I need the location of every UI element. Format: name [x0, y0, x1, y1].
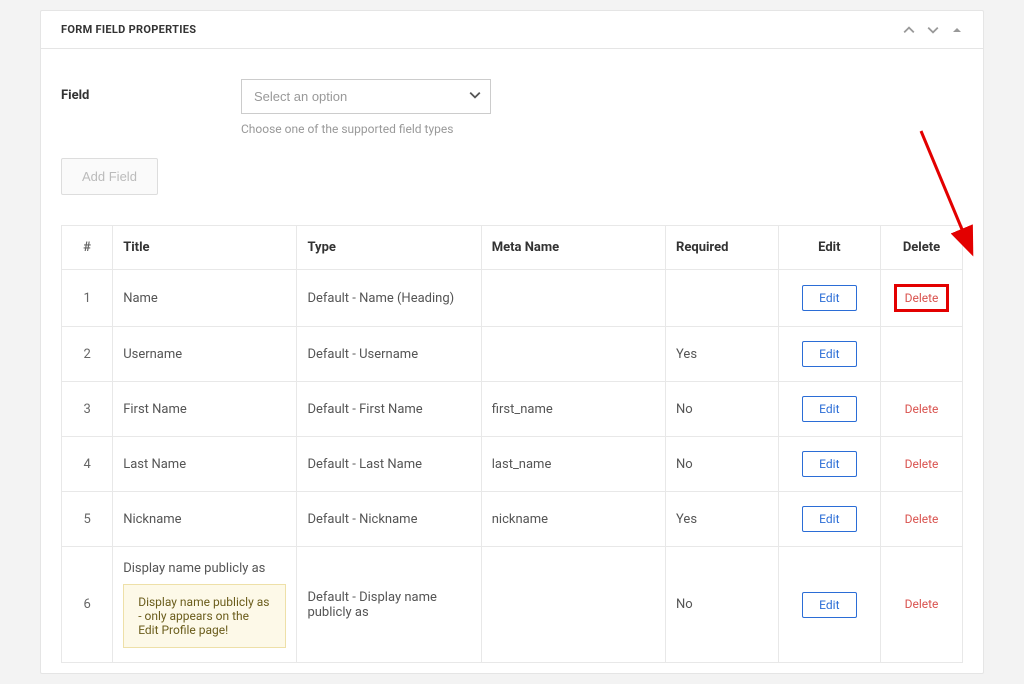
row-num: 3 — [62, 382, 113, 437]
row-type: Default - First Name — [297, 382, 481, 437]
delete-link[interactable]: Delete — [905, 512, 939, 526]
table-row: 2UsernameDefault - Username Yes Edit — [62, 327, 963, 382]
edit-button[interactable]: Edit — [802, 341, 856, 367]
edit-button[interactable]: Edit — [802, 285, 856, 311]
delete-link[interactable]: Delete — [905, 597, 939, 611]
row-num: 5 — [62, 492, 113, 547]
col-header-meta: Meta Name — [481, 226, 665, 270]
col-header-type: Type — [297, 226, 481, 270]
form-field-properties-panel: FORM FIELD PROPERTIES Field Select an op… — [40, 10, 984, 674]
row-note: Display name publicly as - only appears … — [123, 584, 286, 648]
row-delete-cell: Delete — [881, 437, 963, 492]
col-header-num: # — [62, 226, 113, 270]
col-header-title: Title — [113, 226, 297, 270]
col-header-delete: Delete — [881, 226, 963, 270]
row-meta — [481, 547, 665, 663]
row-edit-cell: Edit — [778, 327, 880, 382]
col-header-required: Required — [666, 226, 779, 270]
row-meta — [481, 270, 665, 327]
row-edit-cell: Edit — [778, 437, 880, 492]
fields-table: # Title Type Meta Name Required Edit Del… — [61, 225, 963, 663]
field-type-select[interactable]: Select an option — [241, 79, 491, 114]
row-num: 6 — [62, 547, 113, 663]
row-required: No — [666, 382, 779, 437]
row-type: Default - Name (Heading) — [297, 270, 481, 327]
row-edit-cell: Edit — [778, 492, 880, 547]
row-required: No — [666, 437, 779, 492]
field-select-wrapper: Select an option — [241, 79, 491, 114]
table-row: 1NameDefault - Name (Heading) Edit Delete — [62, 270, 963, 327]
table-row: 4Last NameDefault - Last Namelast_nameNo… — [62, 437, 963, 492]
row-type: Default - Username — [297, 327, 481, 382]
row-type: Default - Display name publicly as — [297, 547, 481, 663]
row-edit-cell: Edit — [778, 382, 880, 437]
field-help-text: Choose one of the supported field types — [241, 122, 963, 136]
row-title: First Name — [113, 382, 297, 437]
row-meta: last_name — [481, 437, 665, 492]
row-num: 4 — [62, 437, 113, 492]
panel-header: FORM FIELD PROPERTIES — [41, 11, 983, 49]
row-required: Yes — [666, 492, 779, 547]
row-title: Nickname — [113, 492, 297, 547]
edit-button[interactable]: Edit — [802, 451, 856, 477]
row-title: Last Name — [113, 437, 297, 492]
row-delete-cell: Delete — [881, 270, 963, 327]
row-meta: first_name — [481, 382, 665, 437]
table-header-row: # Title Type Meta Name Required Edit Del… — [62, 226, 963, 270]
table-row: 6Display name publicly asDisplay name pu… — [62, 547, 963, 663]
field-selector-row: Field Select an option Choose one of the… — [61, 79, 963, 136]
edit-button[interactable]: Edit — [802, 506, 856, 532]
row-edit-cell: Edit — [778, 270, 880, 327]
row-edit-cell: Edit — [778, 547, 880, 663]
row-required — [666, 270, 779, 327]
panel-controls — [903, 24, 963, 36]
row-num: 1 — [62, 270, 113, 327]
row-required: No — [666, 547, 779, 663]
panel-body: Field Select an option Choose one of the… — [41, 49, 983, 673]
edit-button[interactable]: Edit — [802, 592, 856, 618]
row-type: Default - Nickname — [297, 492, 481, 547]
row-delete-cell: Delete — [881, 492, 963, 547]
row-meta: nickname — [481, 492, 665, 547]
row-delete-cell: Delete — [881, 382, 963, 437]
delete-link[interactable]: Delete — [894, 284, 950, 312]
col-header-edit: Edit — [778, 226, 880, 270]
field-control: Select an option Choose one of the suppo… — [241, 79, 963, 136]
caret-up-icon[interactable] — [951, 24, 963, 36]
add-field-button[interactable]: Add Field — [61, 158, 158, 195]
row-title: Display name publicly asDisplay name pub… — [113, 547, 297, 663]
row-meta — [481, 327, 665, 382]
row-title: Username — [113, 327, 297, 382]
delete-link[interactable]: Delete — [905, 402, 939, 416]
row-delete-cell — [881, 327, 963, 382]
delete-link[interactable]: Delete — [905, 457, 939, 471]
row-title: Name — [113, 270, 297, 327]
field-label: Field — [61, 79, 241, 103]
chevron-up-icon[interactable] — [903, 24, 915, 36]
edit-button[interactable]: Edit — [802, 396, 856, 422]
row-num: 2 — [62, 327, 113, 382]
row-delete-cell: Delete — [881, 547, 963, 663]
chevron-down-icon[interactable] — [927, 24, 939, 36]
row-type: Default - Last Name — [297, 437, 481, 492]
panel-title: FORM FIELD PROPERTIES — [61, 23, 196, 36]
row-required: Yes — [666, 327, 779, 382]
table-row: 5NicknameDefault - NicknamenicknameYes Ed… — [62, 492, 963, 547]
table-row: 3First NameDefault - First Namefirst_nam… — [62, 382, 963, 437]
